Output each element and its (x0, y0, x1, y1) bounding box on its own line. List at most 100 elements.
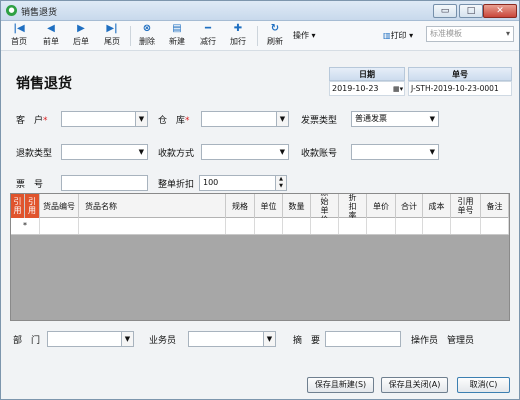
items-grid: 引用 引用 货品编号 货品名称 规格 单位 数量 原始单价 折扣率 单价 合计 … (10, 193, 510, 321)
first-page-label: 首页 (11, 37, 27, 46)
customer-select[interactable]: ▼ (61, 111, 148, 127)
payment-method-select[interactable]: ▼ (201, 144, 289, 160)
table-cell[interactable] (40, 218, 79, 234)
discount-spinner[interactable]: 100 ▲ ▼ (199, 175, 287, 191)
save-close-button[interactable]: 保存且关闭(A) (381, 377, 448, 393)
chevron-down-icon: ▾ (311, 31, 316, 40)
new-label: 新建 (169, 37, 185, 46)
grid-column-header[interactable]: 折扣率 (339, 194, 367, 218)
table-cell[interactable] (481, 218, 509, 234)
chevron-down-icon[interactable]: ▼ (276, 112, 288, 126)
dept-select[interactable]: ▼ (47, 331, 134, 347)
customer-label: 客 户* (16, 113, 48, 126)
minimize-button[interactable]: ▭ (433, 4, 457, 18)
arrow-left-icon: ◀ (47, 23, 55, 34)
chevron-down-icon: ▾ (505, 29, 510, 38)
last-page-button[interactable]: ▶| 尾页 (98, 23, 126, 49)
table-cell[interactable] (79, 218, 226, 234)
first-page-icon: |◀ (13, 23, 25, 34)
chevron-down-icon: ▼ (429, 115, 435, 123)
grid-column-header[interactable]: 数量 (283, 194, 311, 218)
table-row[interactable]: * (11, 218, 509, 235)
ticket-label: 票 号 (16, 180, 44, 190)
grid-column-header[interactable]: 合计 (396, 194, 423, 218)
grid-column-header[interactable]: 单价 (367, 194, 396, 218)
chevron-down-icon[interactable]: ▼ (263, 332, 275, 346)
table-cell[interactable] (226, 218, 255, 234)
last-page-icon: ▶| (106, 23, 118, 34)
toolbar-divider (130, 26, 131, 46)
account-label: 收款账号 (301, 149, 338, 159)
table-cell[interactable] (339, 218, 367, 234)
arrow-right-icon: ▶ (77, 23, 85, 34)
summary-input[interactable] (325, 331, 401, 347)
grid-column-header[interactable]: 单位 (255, 194, 283, 218)
operator-value: 管理员 (447, 336, 475, 346)
invoice-type-value: 普通发票 (355, 114, 387, 123)
refresh-label: 刷新 (267, 37, 283, 46)
order-number-value: J-STH-2019-10-23-0001 (411, 84, 499, 93)
row-marker: * (11, 218, 40, 234)
prev-label: 前单 (43, 37, 59, 46)
table-cell[interactable] (283, 218, 311, 234)
delete-label: 删除 (139, 37, 155, 46)
account-select[interactable]: ▼ (351, 144, 439, 160)
table-cell[interactable] (451, 218, 481, 234)
next-label: 后单 (73, 37, 89, 46)
salesman-select[interactable]: ▼ (188, 331, 276, 347)
delete-row-button[interactable]: ━ 减行 (194, 23, 222, 49)
table-cell[interactable] (423, 218, 451, 234)
table-cell[interactable] (396, 218, 423, 234)
window-title: 销售退货 (21, 8, 58, 18)
plus-icon: ✚ (233, 23, 243, 34)
calendar-icon[interactable]: ▦▾ (393, 83, 403, 95)
ticket-input[interactable] (61, 175, 148, 191)
grid-column-header[interactable]: 货品编号 (40, 194, 79, 218)
spinner-arrows-icon[interactable]: ▲ ▼ (275, 176, 286, 190)
refund-type-select[interactable]: ▼ (61, 144, 148, 160)
table-cell[interactable] (367, 218, 396, 234)
table-cell[interactable] (311, 218, 339, 234)
print-menu[interactable]: ▥打印 ▾ (383, 30, 413, 41)
delete-button[interactable]: ⊗ 删除 (133, 23, 161, 49)
first-page-button[interactable]: |◀ 首页 (5, 23, 33, 49)
warehouse-select[interactable]: ▼ (201, 111, 289, 127)
close-button[interactable]: ✕ (483, 4, 517, 18)
minus-icon: ━ (204, 23, 212, 34)
new-button[interactable]: ▤ 新建 (163, 23, 191, 49)
template-select[interactable]: 标准模板 ▾ (426, 26, 514, 42)
add-row-button[interactable]: ✚ 加行 (224, 23, 252, 49)
chevron-down-icon[interactable]: ▼ (135, 112, 147, 126)
refresh-button[interactable]: ↻ 刷新 (261, 23, 289, 49)
new-document-icon: ▤ (172, 23, 182, 34)
grid-column-header[interactable]: 引用 (25, 194, 40, 218)
save-new-button[interactable]: 保存且新建(S) (307, 377, 374, 393)
next-button[interactable]: ▶ 后单 (67, 23, 95, 49)
refresh-icon: ↻ (270, 23, 280, 34)
grid-column-header[interactable]: 规格 (226, 194, 255, 218)
operate-menu[interactable]: 操作 ▾ (293, 30, 316, 41)
page-title: 销售退货 (16, 76, 72, 92)
salesman-label: 业务员 (149, 336, 177, 346)
chevron-down-icon: ▼ (138, 148, 144, 156)
maximize-button[interactable]: □ (459, 4, 483, 18)
chevron-down-icon[interactable]: ▼ (121, 332, 133, 346)
grid-column-header[interactable]: 原始单价 (311, 194, 339, 218)
prev-button[interactable]: ◀ 前单 (37, 23, 65, 49)
grid-column-header[interactable]: 货品名称 (79, 194, 226, 218)
grid-column-header[interactable]: 引用单号 (451, 194, 481, 218)
grid-column-header[interactable]: 备注 (481, 194, 509, 218)
toolbar-divider (257, 26, 258, 46)
date-value: 2019-10-23 (332, 84, 379, 93)
order-number-field: J-STH-2019-10-23-0001 (408, 81, 512, 96)
grid-column-header[interactable]: 引用 (11, 194, 25, 218)
table-cell[interactable] (255, 218, 283, 234)
invoice-type-select[interactable]: 普通发票 ▼ (351, 111, 439, 127)
cancel-button[interactable]: 取消(C) (457, 377, 510, 393)
date-field[interactable]: 2019-10-23 ▦▾ (329, 81, 405, 96)
invoice-type-label: 发票类型 (301, 116, 338, 126)
discount-value: 100 (203, 178, 219, 187)
grid-column-header[interactable]: 成本 (423, 194, 451, 218)
chevron-down-icon: ▾ (409, 31, 414, 40)
toolbar: |◀ 首页 ◀ 前单 ▶ 后单 ▶| 尾页 ⊗ 删除 ▤ 新建 ━ 减行 ✚ 加行 ↻ 刷新 操作… (1, 21, 519, 51)
